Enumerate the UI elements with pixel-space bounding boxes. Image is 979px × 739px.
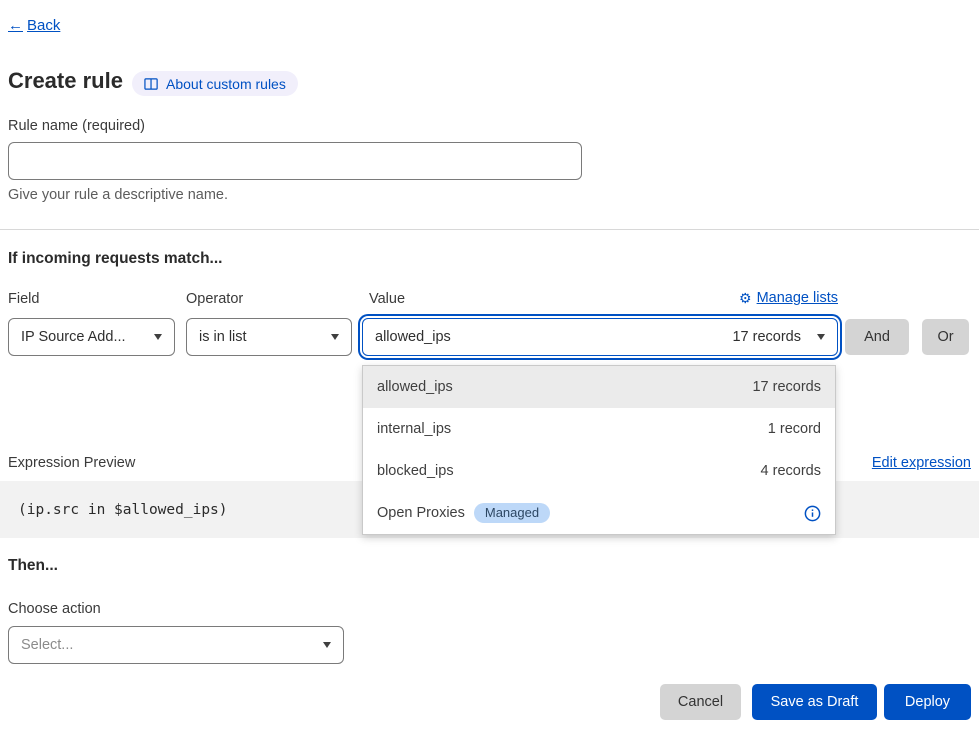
value-dropdown-menu: allowed_ips 17 records internal_ips 1 re… (362, 365, 836, 535)
about-custom-rules-badge[interactable]: About custom rules (132, 71, 298, 96)
chevron-down-icon (817, 334, 825, 340)
rule-name-label: Rule name (required) (8, 118, 145, 134)
create-rule-page: ← Back Create rule About custom rules Ru… (0, 0, 979, 739)
operator-select-value: is in list (199, 329, 247, 345)
deploy-button[interactable]: Deploy (884, 684, 971, 720)
back-link-label: Back (27, 17, 60, 34)
cancel-button[interactable]: Cancel (660, 684, 741, 720)
action-select-placeholder: Select... (21, 637, 73, 653)
or-button[interactable]: Or (922, 319, 969, 355)
list-item-allowed-ips[interactable]: allowed_ips 17 records (363, 366, 835, 408)
expression-code: (ip.src in $allowed_ips) (18, 502, 228, 518)
chevron-down-icon (331, 334, 339, 340)
value-select-records: 17 records (732, 329, 801, 345)
back-arrow-icon: ← (8, 17, 23, 34)
rule-name-helper: Give your rule a descriptive name. (8, 187, 228, 203)
operator-select[interactable]: is in list (186, 318, 352, 356)
page-title: Create rule (8, 68, 123, 94)
list-item-internal-ips[interactable]: internal_ips 1 record (363, 408, 835, 450)
book-icon (144, 77, 159, 91)
operator-label: Operator (186, 291, 243, 307)
list-item-records: 1 record (768, 421, 821, 437)
save-as-draft-button[interactable]: Save as Draft (752, 684, 877, 720)
managed-badge: Managed (474, 503, 550, 524)
match-section-title: If incoming requests match... (8, 250, 222, 268)
manage-lists-link[interactable]: ⚙ Manage lists (362, 290, 838, 306)
field-label: Field (8, 291, 39, 307)
expression-preview-label: Expression Preview (8, 455, 135, 471)
about-badge-label: About custom rules (166, 76, 286, 92)
list-item-name: allowed_ips (377, 379, 453, 395)
back-link[interactable]: ← Back (8, 17, 60, 34)
value-select-name: allowed_ips (375, 329, 451, 345)
edit-expression-link[interactable]: Edit expression (872, 455, 971, 471)
chevron-down-icon (154, 334, 162, 340)
section-divider (0, 229, 979, 230)
chevron-down-icon (323, 642, 331, 648)
list-item-open-proxies[interactable]: Open Proxies Managed (363, 492, 835, 534)
list-item-name: Open Proxies (377, 505, 465, 521)
and-button[interactable]: And (845, 319, 909, 355)
list-item-name: internal_ips (377, 421, 451, 437)
gear-icon: ⚙ (739, 291, 752, 305)
action-select[interactable]: Select... (8, 626, 344, 664)
rule-name-input[interactable] (8, 142, 582, 180)
info-icon[interactable] (804, 505, 821, 522)
value-select[interactable]: allowed_ips 17 records (362, 318, 838, 356)
list-item-blocked-ips[interactable]: blocked_ips 4 records (363, 450, 835, 492)
list-item-records: 4 records (761, 463, 821, 479)
manage-lists-label: Manage lists (757, 290, 838, 306)
list-item-name: blocked_ips (377, 463, 454, 479)
field-select[interactable]: IP Source Add... (8, 318, 175, 356)
choose-action-label: Choose action (8, 601, 101, 617)
list-item-records: 17 records (752, 379, 821, 395)
field-select-value: IP Source Add... (21, 329, 126, 345)
then-section-title: Then... (8, 557, 58, 575)
